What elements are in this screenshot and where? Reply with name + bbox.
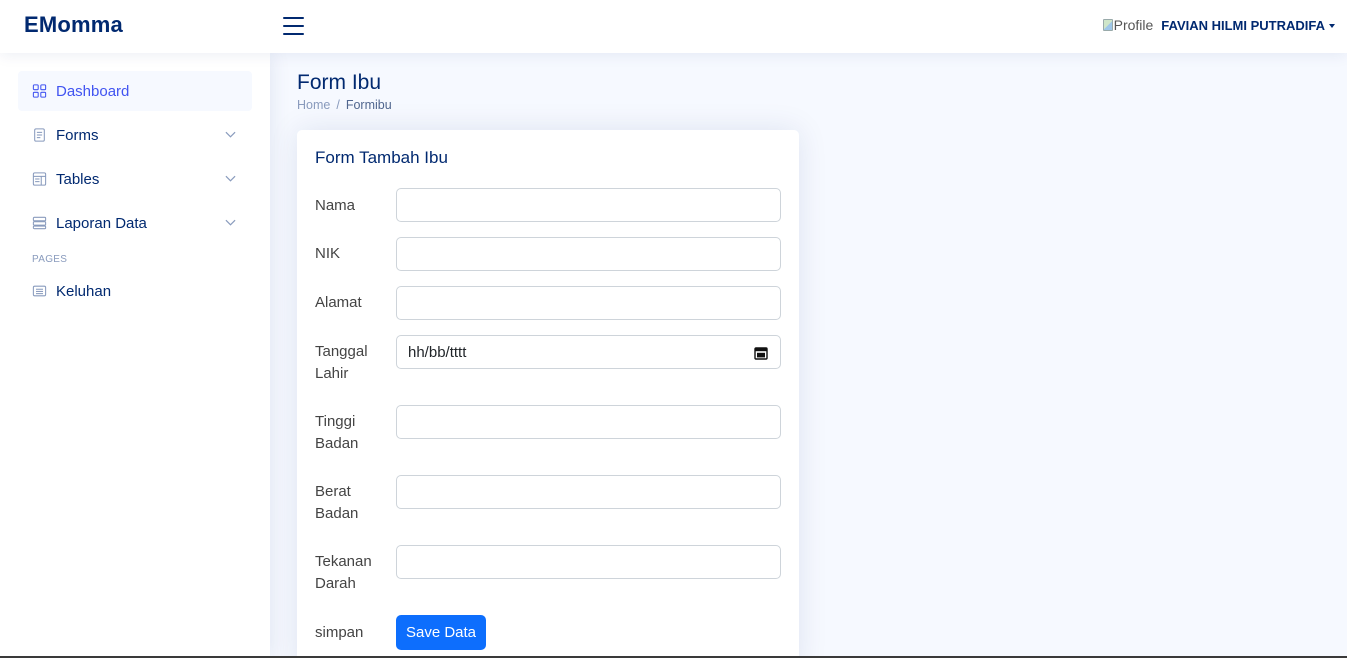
label-alamat: Alamat: [315, 294, 362, 311]
sidebar-item-label: Laporan Data: [56, 214, 147, 232]
sidebar-item-label: Keluhan: [56, 282, 112, 300]
label-tanggal-lahir: Tanggal Lahir: [315, 343, 368, 382]
journal-text-icon: [34, 128, 45, 142]
sidebar-heading-pages: PAGES: [32, 254, 68, 265]
alamat-input[interactable]: [396, 286, 781, 320]
tanggal-lahir-date-input[interactable]: hh/bb/tttt: [396, 335, 781, 369]
breadcrumb-home[interactable]: Home: [297, 98, 330, 112]
profile-dropdown[interactable]: Profile FAVIAN HILMI PUTRADIFA: [1102, 17, 1335, 33]
sidebar-item-label: Forms: [56, 126, 99, 144]
sidebar-item-laporan-data[interactable]: Laporan Data: [18, 203, 252, 243]
sidebar: Dashboard Forms Tables Laporan Data PAGE…: [0, 53, 270, 658]
chevron-down-icon: [225, 175, 236, 182]
top-header: EMomma Profile FAVIAN HILMI PUTRADIFA: [0, 0, 1347, 53]
broken-image-icon: [1102, 19, 1113, 31]
menu-toggle-icon[interactable]: [283, 17, 304, 35]
nik-input[interactable]: [396, 237, 781, 271]
breadcrumb-current: Formibu: [345, 98, 392, 112]
layout-text-window-icon: [32, 172, 47, 186]
sidebar-item-forms[interactable]: Forms: [18, 115, 252, 155]
chevron-down-icon: [225, 131, 236, 138]
sidebar-item-label: Tables: [56, 170, 100, 188]
profile-image-alt: Profile: [1113, 17, 1154, 33]
chevron-down-icon: [225, 219, 236, 226]
label-berat-badan: Berat Badan: [315, 483, 359, 522]
app-logo[interactable]: EMomma: [24, 12, 123, 38]
label-tinggi-badan: Tinggi Badan: [315, 413, 359, 452]
sidebar-item-keluhan[interactable]: Keluhan: [18, 271, 252, 311]
calendar-icon[interactable]: [754, 346, 768, 360]
form-card: Form Tambah Ibu Nama NIK Alamat Tanggal …: [297, 130, 799, 658]
page-title: Form Ibu: [297, 71, 382, 94]
tekanan-darah-input[interactable]: [396, 545, 781, 579]
server-icon: [32, 216, 47, 230]
label-tekanan-darah: Tekanan Darah: [315, 553, 372, 592]
date-placeholder: hh/bb/tttt: [408, 343, 467, 361]
label-nik: NIK: [315, 245, 341, 262]
profile-name: FAVIAN HILMI PUTRADIFA: [1161, 17, 1325, 33]
grid-icon: [32, 84, 47, 98]
sidebar-item-tables[interactable]: Tables: [18, 159, 252, 199]
profile-image: Profile: [1102, 17, 1154, 33]
label-simpan: simpan: [315, 624, 364, 641]
sidebar-item-label: Dashboard: [56, 82, 130, 100]
label-nama: Nama: [315, 197, 356, 214]
tinggi-badan-input[interactable]: [396, 405, 781, 439]
breadcrumb: Home / Formibu: [297, 98, 392, 112]
card-title: Form Tambah Ibu: [315, 148, 448, 167]
sidebar-item-dashboard[interactable]: Dashboard: [18, 71, 252, 111]
breadcrumb-separator: /: [336, 98, 340, 112]
save-data-button[interactable]: Save Data: [396, 615, 486, 650]
card-list-icon: [32, 285, 47, 297]
berat-badan-input[interactable]: [396, 475, 781, 509]
nama-input[interactable]: [396, 188, 781, 222]
caret-down-icon: [1329, 23, 1335, 28]
